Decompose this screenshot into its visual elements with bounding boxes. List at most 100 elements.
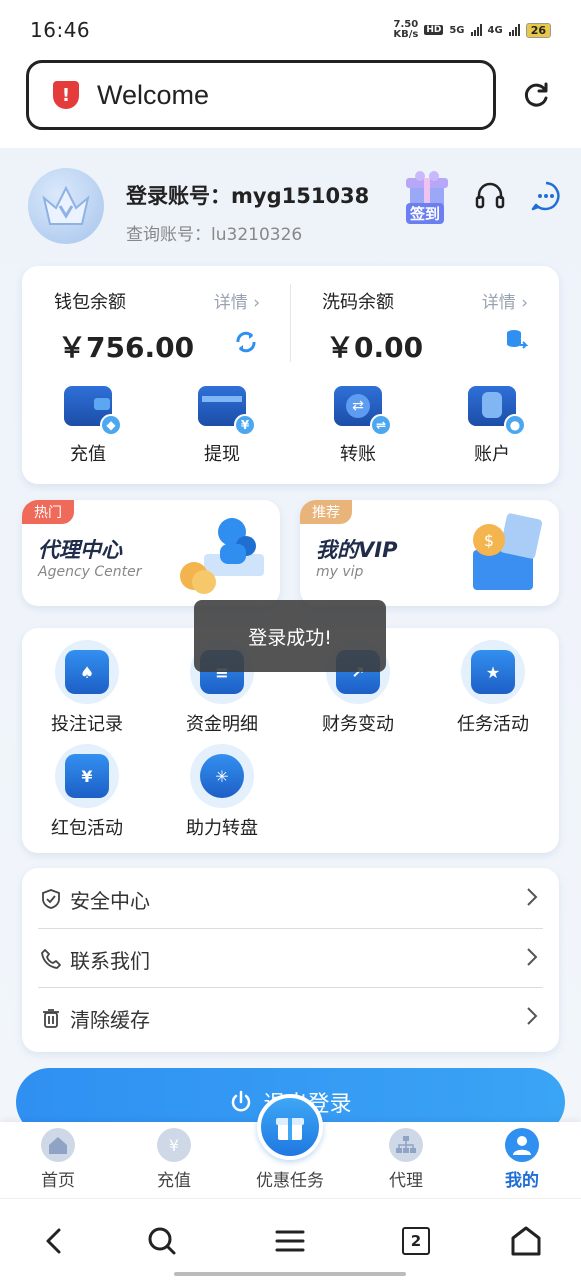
recharge-button[interactable]: ◆ 充值: [48, 386, 128, 466]
agency-center-subtitle: Agency Center: [38, 564, 142, 580]
tab-home-label[interactable]: 首页: [18, 1166, 98, 1191]
lucky-wheel-label[interactable]: 助力转盘: [167, 814, 277, 840]
browser-url-bar[interactable]: ! Welcome: [26, 60, 496, 130]
search-icon[interactable]: [142, 1221, 182, 1261]
fund-details-label[interactable]: 资金明细: [167, 710, 277, 736]
menu-item-contact[interactable]: 联系我们: [38, 930, 543, 988]
withdraw-button[interactable]: ¥ 提现: [182, 386, 262, 466]
hot-tag: 热门: [22, 500, 74, 524]
reload-icon[interactable]: [516, 76, 556, 116]
settings-menu: 安全中心 联系我们 清除缓存: [22, 868, 559, 1052]
battery-icon: 26: [525, 22, 551, 38]
home-nav-icon[interactable]: [506, 1221, 546, 1261]
back-icon[interactable]: [34, 1221, 74, 1261]
recommend-tag: 推荐: [300, 500, 352, 524]
agency-illustration-icon: [180, 518, 264, 594]
vip-illustration-icon: $: [473, 513, 543, 590]
tab-recharge-label[interactable]: 充值: [134, 1166, 214, 1191]
red-packet-label[interactable]: 红包活动: [32, 814, 142, 840]
signal-icon-2: [508, 24, 520, 36]
tabs-button[interactable]: 2: [396, 1221, 436, 1261]
trash-icon: [38, 1005, 64, 1031]
phone-icon: [38, 946, 64, 972]
app-content: 登录账号：myg151038 查询账号：lu3210326 签到 钱包余额 详情…: [0, 148, 581, 1198]
status-time: 16:46: [30, 18, 91, 42]
menu-item-contact-label[interactable]: 联系我们: [70, 945, 150, 974]
my-vip-subtitle: my vip: [316, 564, 364, 580]
gift-icon[interactable]: [257, 1094, 323, 1160]
tab-mine-label[interactable]: 我的: [482, 1166, 562, 1191]
browser-nav-bar: 2: [0, 1198, 581, 1280]
headset-icon[interactable]: [472, 178, 508, 214]
network-speed-unit: KB/s: [393, 29, 419, 40]
account-button[interactable]: ● 账户: [452, 386, 532, 466]
transfer-button[interactable]: ⇄ ⇌ 转账: [318, 386, 398, 466]
account-icon: ●: [468, 386, 526, 436]
transfer-icon: ⇄ ⇌: [334, 386, 392, 436]
login-account: 登录账号：myg151038: [126, 184, 370, 208]
query-account: 查询账号：lu3210326: [126, 225, 303, 245]
red-packet-button[interactable]: ¥ 红包活动: [32, 744, 142, 840]
withdraw-label[interactable]: 提现: [182, 440, 262, 466]
login-success-toast: 登录成功!: [194, 600, 386, 672]
signin-label[interactable]: 签到: [406, 203, 445, 224]
wallet-balance: 钱包余额 详情 › ￥756.00: [22, 266, 290, 366]
url-text[interactable]: Welcome: [97, 80, 209, 111]
transfer-label[interactable]: 转账: [318, 440, 398, 466]
status-indicators: 7.50 KB/s HD 5G 4G 26: [393, 20, 551, 40]
agency-center-card[interactable]: 热门 代理中心 Agency Center: [22, 500, 280, 606]
tab-mine[interactable]: 我的: [482, 1128, 562, 1191]
org-chart-icon: [389, 1128, 423, 1162]
menu-item-clear-cache[interactable]: 清除缓存: [38, 989, 543, 1047]
menu-divider: [38, 987, 543, 988]
menu-divider: [38, 928, 543, 929]
wash-balance: 洗码余额 详情 › ￥0.00: [290, 266, 558, 366]
my-vip-title[interactable]: 我的VIP: [316, 534, 397, 564]
card-icon: ¥: [198, 386, 256, 436]
menu-icon[interactable]: [270, 1221, 310, 1261]
wash-balance-amount: ￥0.00: [326, 331, 424, 364]
task-activities-button[interactable]: ★ 任务活动: [438, 640, 548, 736]
tabs-count[interactable]: 2: [402, 1227, 430, 1255]
home-icon: [41, 1128, 75, 1162]
chevron-right-icon: [525, 946, 539, 972]
bet-records-label[interactable]: 投注记录: [32, 710, 142, 736]
toast-text: 登录成功!: [248, 626, 332, 649]
signin-button[interactable]: 签到: [400, 170, 454, 224]
finance-changes-label[interactable]: 财务变动: [303, 710, 413, 736]
signal-icon: [470, 24, 482, 36]
recharge-label[interactable]: 充值: [48, 440, 128, 466]
menu-item-security[interactable]: 安全中心: [38, 870, 543, 928]
agency-center-title[interactable]: 代理中心: [38, 534, 122, 564]
user-icon: [505, 1128, 539, 1162]
wheel-icon: ✳: [190, 744, 254, 808]
avatar[interactable]: [28, 168, 104, 244]
tab-agency[interactable]: 代理: [366, 1128, 446, 1191]
wallet-icon: ◆: [64, 386, 122, 436]
database-icon[interactable]: [504, 328, 529, 356]
wash-balance-detail-link[interactable]: 详情 ›: [482, 288, 528, 313]
tab-promotions[interactable]: 优惠任务: [250, 1166, 330, 1191]
menu-item-clear-cache-label[interactable]: 清除缓存: [70, 1004, 150, 1033]
tab-agency-label[interactable]: 代理: [366, 1166, 446, 1191]
tab-recharge[interactable]: ¥ 充值: [134, 1128, 214, 1191]
recharge-tab-icon: ¥: [157, 1128, 191, 1162]
calendar-star-icon: ★: [461, 640, 525, 704]
home-indicator: [174, 1272, 406, 1276]
wallet-balance-detail-link[interactable]: 详情 ›: [214, 288, 260, 313]
red-packet-icon: ¥: [55, 744, 119, 808]
tab-home[interactable]: 首页: [18, 1128, 98, 1191]
task-activities-label[interactable]: 任务活动: [438, 710, 548, 736]
account-label[interactable]: 账户: [452, 440, 532, 466]
security-warning-icon[interactable]: !: [53, 81, 79, 109]
status-bar: 16:46 7.50 KB/s HD 5G 4G 26: [0, 0, 581, 60]
chat-icon[interactable]: [528, 178, 564, 214]
lucky-wheel-button[interactable]: ✳ 助力转盘: [167, 744, 277, 840]
my-vip-card[interactable]: 推荐 我的VIP my vip $: [300, 500, 559, 606]
bet-records-button[interactable]: ♠ 投注记录: [32, 640, 142, 736]
refresh-icon[interactable]: [234, 330, 258, 358]
tab-promotions-label[interactable]: 优惠任务: [250, 1166, 330, 1191]
svg-text:$: $: [484, 531, 494, 550]
menu-item-security-label[interactable]: 安全中心: [70, 885, 150, 914]
net-label-5g: 5G: [449, 24, 465, 36]
